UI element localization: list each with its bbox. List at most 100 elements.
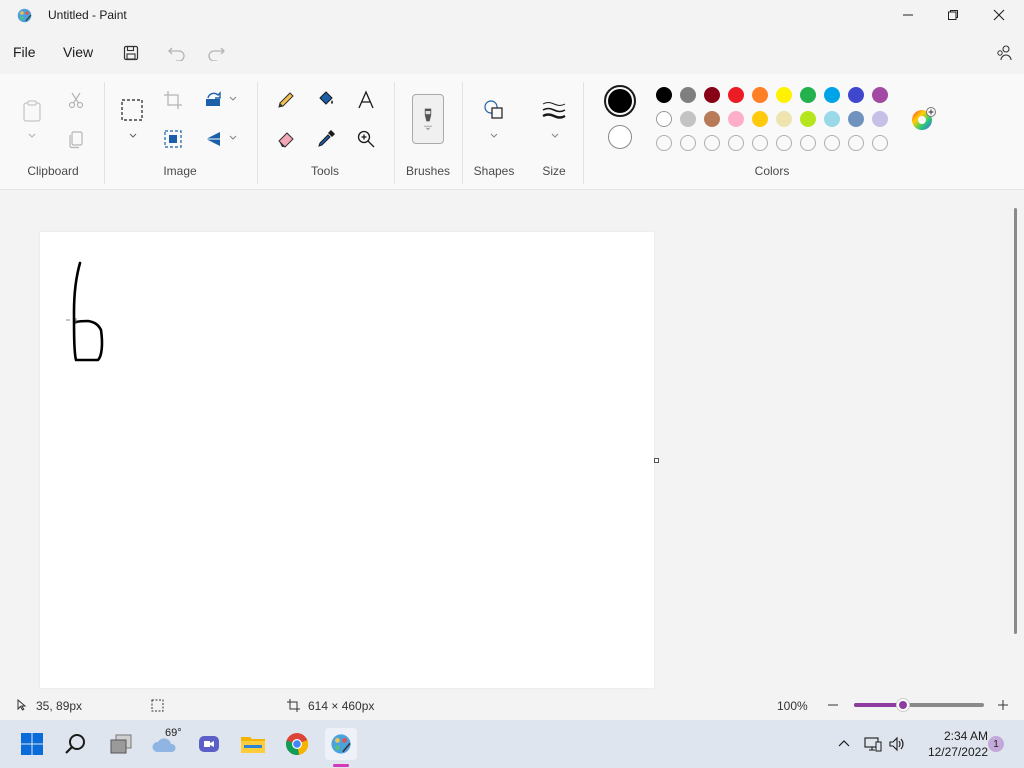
- palette-color-swatch[interactable]: [752, 111, 768, 127]
- zoom-in-icon[interactable]: [997, 699, 1009, 711]
- account-button[interactable]: [991, 40, 1017, 66]
- palette-color-swatch[interactable]: [704, 87, 720, 103]
- shapes-dropdown-chevron-icon[interactable]: [489, 132, 499, 140]
- pencil-tool[interactable]: [272, 86, 300, 114]
- palette-color-swatch[interactable]: [776, 87, 792, 103]
- video-chat-icon: [199, 736, 219, 752]
- zoom-slider-thumb[interactable]: [896, 698, 911, 712]
- system-clock[interactable]: 2:34 AM 12/27/2022: [912, 728, 988, 760]
- custom-color-slot[interactable]: [848, 135, 864, 151]
- zoom-out-icon[interactable]: [827, 699, 839, 711]
- save-button[interactable]: [118, 40, 144, 66]
- redo-button[interactable]: [203, 40, 229, 66]
- primary-color-selector[interactable]: [604, 85, 636, 117]
- zoom-slider[interactable]: [854, 698, 984, 712]
- flip-button[interactable]: [199, 125, 227, 153]
- custom-color-slot[interactable]: [728, 135, 744, 151]
- palette-color-swatch[interactable]: [800, 111, 816, 127]
- restore-button[interactable]: [930, 0, 976, 30]
- text-icon: [358, 90, 374, 109]
- palette-color-swatch[interactable]: [848, 111, 864, 127]
- teams-chat-button[interactable]: [193, 728, 225, 760]
- status-bar: 35, 89px 614 × 460px 100%: [0, 690, 1024, 720]
- crop-button[interactable]: [159, 86, 187, 114]
- minimize-button[interactable]: [885, 0, 931, 30]
- vertical-scrollbar[interactable]: [1014, 208, 1017, 634]
- custom-color-slot[interactable]: [704, 135, 720, 151]
- custom-color-slot[interactable]: [752, 135, 768, 151]
- weather-widget[interactable]: 69°: [149, 727, 182, 760]
- palette-color-swatch[interactable]: [680, 111, 696, 127]
- palette-color-swatch[interactable]: [728, 87, 744, 103]
- custom-color-slot[interactable]: [680, 135, 696, 151]
- start-button[interactable]: [16, 728, 48, 760]
- eraser-tool[interactable]: [272, 125, 300, 153]
- select-dropdown-chevron-icon[interactable]: [128, 132, 138, 140]
- secondary-color-swatch[interactable]: [608, 125, 632, 149]
- palette-color-swatch[interactable]: [872, 87, 888, 103]
- show-hidden-icons-chevron-icon[interactable]: [838, 738, 850, 748]
- edit-colors-button[interactable]: [910, 107, 936, 133]
- canvas-resize-handle[interactable]: [654, 458, 659, 463]
- shapes-group-label: Shapes: [473, 164, 515, 178]
- palette-color-swatch[interactable]: [824, 111, 840, 127]
- freehand-stroke-drawing: [66, 261, 104, 362]
- rotate-dropdown-chevron-icon[interactable]: [228, 95, 238, 103]
- text-tool[interactable]: [352, 86, 380, 114]
- resize-button[interactable]: [159, 125, 187, 153]
- paint-taskbar-button[interactable]: [325, 728, 357, 760]
- copy-button[interactable]: [62, 125, 90, 153]
- ribbon-divider: [257, 82, 258, 184]
- custom-color-slot[interactable]: [824, 135, 840, 151]
- palette-color-swatch[interactable]: [656, 111, 672, 127]
- image-group-label: Image: [163, 164, 197, 178]
- task-view-button[interactable]: [105, 728, 137, 760]
- flip-dropdown-chevron-icon[interactable]: [228, 134, 238, 142]
- paste-button[interactable]: [18, 96, 46, 126]
- palette-color-swatch[interactable]: [656, 87, 672, 103]
- file-explorer-button[interactable]: [237, 728, 269, 760]
- palette-color-swatch[interactable]: [800, 87, 816, 103]
- volume-icon[interactable]: [888, 736, 906, 752]
- view-menu[interactable]: View: [63, 44, 93, 60]
- custom-color-slot[interactable]: [776, 135, 792, 151]
- palette-color-swatch[interactable]: [680, 87, 696, 103]
- palette-color-swatch[interactable]: [704, 111, 720, 127]
- paste-dropdown-chevron-icon[interactable]: [27, 132, 37, 140]
- close-button[interactable]: [976, 0, 1022, 30]
- undo-button[interactable]: [164, 40, 190, 66]
- color-wheel-icon: [912, 107, 936, 130]
- select-button[interactable]: [118, 96, 146, 124]
- chrome-button[interactable]: [281, 728, 313, 760]
- zoom-level: 100%: [777, 699, 808, 713]
- restore-icon: [948, 10, 958, 20]
- rotate-button[interactable]: [199, 86, 227, 114]
- custom-color-slot[interactable]: [800, 135, 816, 151]
- palette-color-swatch[interactable]: [872, 111, 888, 127]
- fill-tool[interactable]: [312, 86, 340, 114]
- drawing-canvas[interactable]: [40, 232, 654, 688]
- active-app-indicator: [333, 764, 349, 767]
- shapes-button[interactable]: [480, 96, 508, 124]
- colors-group-label: Colors: [754, 164, 790, 178]
- window-title: Untitled - Paint: [48, 8, 127, 22]
- size-dropdown-chevron-icon[interactable]: [550, 132, 560, 140]
- custom-color-slot[interactable]: [872, 135, 888, 151]
- palette-color-swatch[interactable]: [728, 111, 744, 127]
- color-picker-tool[interactable]: [312, 125, 340, 153]
- palette-color-swatch[interactable]: [824, 87, 840, 103]
- brush-icon: [424, 108, 432, 130]
- palette-color-swatch[interactable]: [848, 87, 864, 103]
- resize-image-icon: [164, 130, 182, 148]
- magnifier-tool[interactable]: [352, 125, 380, 153]
- size-button[interactable]: [540, 96, 568, 124]
- file-menu[interactable]: File: [13, 44, 36, 60]
- palette-color-swatch[interactable]: [752, 87, 768, 103]
- palette-color-swatch[interactable]: [776, 111, 792, 127]
- brushes-button[interactable]: [412, 94, 444, 144]
- custom-color-slot[interactable]: [656, 135, 672, 151]
- cut-button[interactable]: [62, 86, 90, 114]
- notification-badge[interactable]: 1: [988, 736, 1004, 752]
- network-icon[interactable]: [864, 736, 882, 752]
- taskbar-search-button[interactable]: [60, 728, 92, 760]
